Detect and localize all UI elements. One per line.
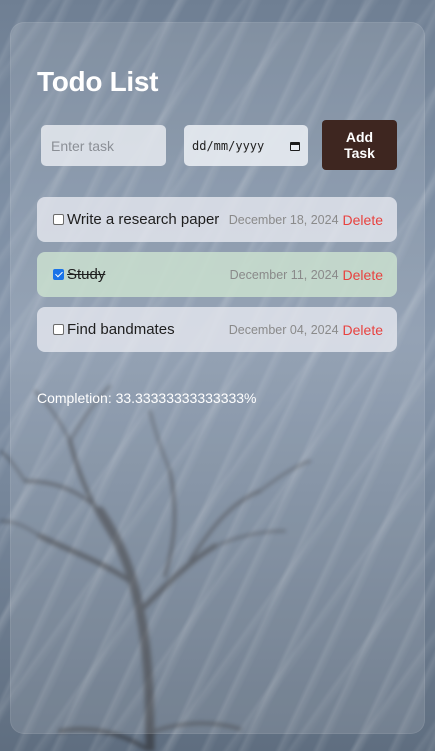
task-checkbox[interactable] — [53, 324, 64, 335]
task-text: Study — [67, 266, 106, 283]
task-item: Write a research paper December 18, 2024… — [37, 197, 397, 242]
task-date: December 11, 2024 — [229, 267, 339, 282]
delete-button[interactable]: Delete — [343, 322, 383, 338]
date-input[interactable]: dd/mm/yyyy — [184, 125, 308, 166]
delete-button[interactable]: Delete — [343, 212, 383, 228]
calendar-icon[interactable] — [290, 141, 300, 151]
page-title: Todo List — [37, 66, 159, 97]
task-input[interactable] — [41, 125, 166, 166]
task-text: Find bandmates — [67, 321, 175, 338]
task-item: Find bandmates December 04, 2024 Delete — [37, 307, 397, 352]
add-task-button[interactable]: Add Task — [322, 120, 397, 170]
task-checkbox[interactable] — [53, 269, 64, 280]
completion-text: Completion: 33.33333333333333% — [37, 390, 257, 406]
date-placeholder: dd/mm/yyyy — [192, 138, 265, 153]
task-checkbox[interactable] — [53, 214, 64, 225]
task-date: December 18, 2024 — [228, 212, 339, 227]
task-item: Study December 11, 2024 Delete — [37, 252, 397, 297]
task-text: Write a research paper — [67, 211, 220, 228]
task-date: December 04, 2024 — [228, 322, 339, 337]
delete-button[interactable]: Delete — [343, 267, 383, 283]
